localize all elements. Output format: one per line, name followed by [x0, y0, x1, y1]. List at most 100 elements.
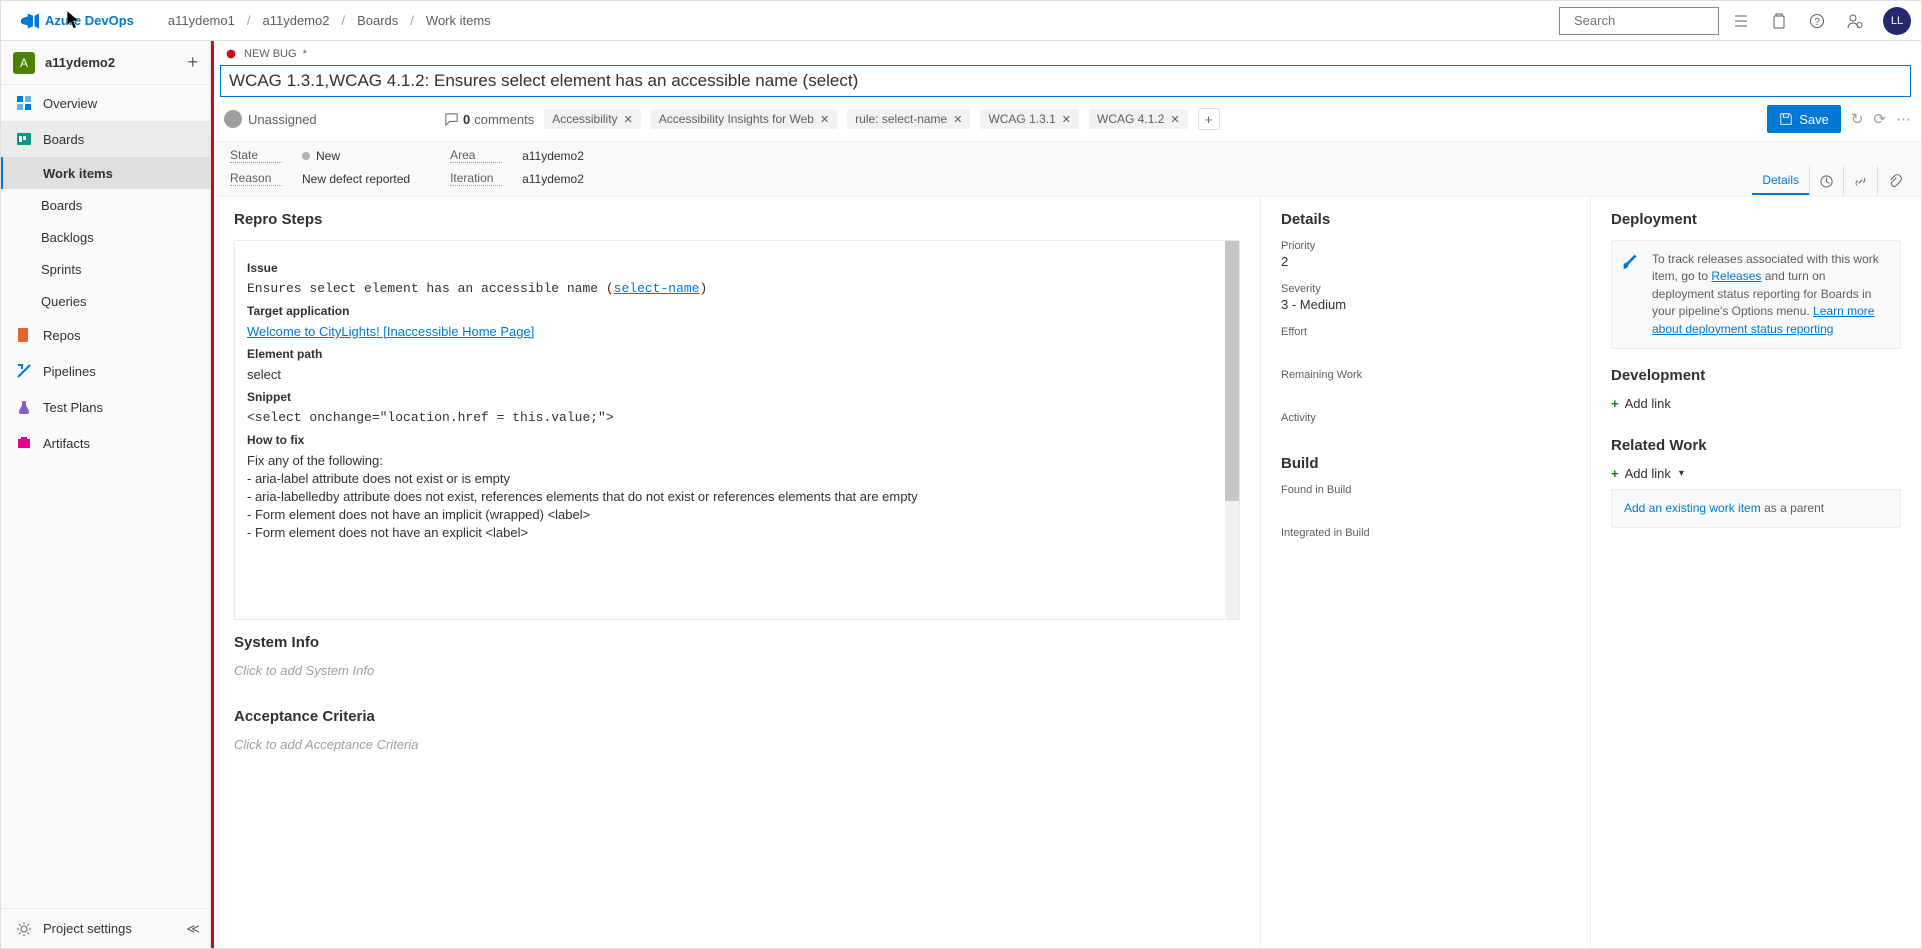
collapse-sidebar-icon[interactable]: ≪: [176, 921, 210, 937]
repro-steps-field[interactable]: Issue Ensures select element has an acce…: [234, 240, 1240, 620]
pipelines-icon: [16, 363, 32, 379]
deployment-column: Deployment To track releases associated …: [1591, 197, 1921, 948]
ac-field[interactable]: Click to add Acceptance Criteria: [234, 737, 1240, 752]
follow-icon[interactable]: ↻: [1851, 110, 1864, 128]
tab-details[interactable]: Details: [1752, 167, 1809, 195]
state-value[interactable]: New: [302, 149, 340, 163]
search-box[interactable]: [1559, 7, 1719, 35]
nav-artifacts[interactable]: Artifacts: [1, 425, 210, 461]
nav-test-plans[interactable]: Test Plans: [1, 389, 210, 425]
nav-sprints[interactable]: Sprints: [1, 253, 210, 285]
user-settings-icon[interactable]: [1845, 11, 1865, 31]
links-icon[interactable]: [1843, 166, 1877, 196]
remwork-field[interactable]: Remaining Work: [1281, 369, 1570, 398]
more-actions-icon[interactable]: ⋯: [1896, 110, 1911, 128]
help-icon[interactable]: ?: [1807, 11, 1827, 31]
breadcrumb-item[interactable]: Boards: [353, 11, 402, 30]
details-column: Details Priority2 Severity3 - Medium Eff…: [1261, 197, 1591, 948]
save-icon: [1779, 112, 1793, 126]
breadcrumb-item[interactable]: Work items: [422, 11, 495, 30]
attachments-icon[interactable]: [1877, 166, 1911, 196]
azure-devops-icon: [21, 12, 39, 30]
azure-devops-logo[interactable]: Azure DevOps: [11, 12, 144, 30]
breadcrumb: a11ydemo1/ a11ydemo2/ Boards/ Work items: [164, 11, 495, 30]
sidebar: A a11ydemo2 + Overview Boards Work items…: [1, 41, 211, 948]
tag[interactable]: WCAG 4.1.2✕: [1089, 109, 1188, 129]
overview-icon: [16, 95, 32, 111]
bug-icon: [224, 47, 238, 61]
title-input[interactable]: [220, 65, 1911, 97]
tag-remove-icon[interactable]: ✕: [953, 113, 962, 126]
breadcrumb-item[interactable]: a11ydemo1: [164, 11, 239, 30]
add-tag-button[interactable]: +: [1198, 108, 1220, 130]
intbuild-field[interactable]: Integrated in Build: [1281, 527, 1570, 556]
dev-add-link[interactable]: +Add link: [1611, 396, 1901, 411]
filter-icon[interactable]: [1731, 11, 1751, 31]
state-label: State: [230, 148, 282, 163]
top-header: Azure DevOps a11ydemo1/ a11ydemo2/ Board…: [1, 1, 1921, 41]
save-button[interactable]: Save: [1767, 105, 1841, 133]
reason-label: Reason: [230, 171, 282, 186]
search-input[interactable]: [1574, 13, 1750, 28]
related-work-hint: Add an existing work item as a parent: [1611, 489, 1901, 528]
history-icon[interactable]: [1809, 166, 1843, 196]
tag[interactable]: Accessibility✕: [544, 109, 641, 129]
item-type-row: NEW BUG*: [214, 41, 1921, 61]
releases-link[interactable]: Releases: [1711, 269, 1761, 283]
rocket-icon: [1620, 251, 1642, 273]
rel-add-link[interactable]: +Add link▾: [1611, 466, 1901, 481]
tag-remove-icon[interactable]: ✕: [624, 113, 633, 126]
project-row[interactable]: A a11ydemo2 +: [1, 41, 210, 85]
tag[interactable]: rule: select-name✕: [847, 109, 970, 129]
scrollbar-thumb[interactable]: [1225, 241, 1239, 501]
tag-remove-icon[interactable]: ✕: [1062, 113, 1071, 126]
area-label: Area: [450, 148, 502, 163]
reason-value[interactable]: New defect reported: [302, 172, 410, 186]
comments-button[interactable]: 0 comments: [444, 112, 534, 127]
nav-backlogs[interactable]: Backlogs: [1, 221, 210, 253]
avatar[interactable]: LL: [1883, 7, 1911, 35]
add-project-button[interactable]: +: [187, 52, 198, 73]
ac-title: Acceptance Criteria: [234, 708, 1240, 725]
breadcrumb-item[interactable]: a11ydemo2: [258, 11, 333, 30]
add-existing-link[interactable]: Add an existing work item: [1624, 501, 1761, 515]
project-name: a11ydemo2: [45, 55, 177, 70]
target-app-link[interactable]: Welcome to CityLights! [Inaccessible Hom…: [247, 324, 534, 339]
test-plans-icon: [16, 399, 32, 415]
tag-remove-icon[interactable]: ✕: [820, 113, 829, 126]
artifacts-icon: [16, 435, 32, 451]
boards-icon: [16, 131, 32, 147]
nav-boards[interactable]: Boards: [1, 121, 210, 157]
area-value[interactable]: a11ydemo2: [522, 149, 584, 163]
nav-queries[interactable]: Queries: [1, 285, 210, 317]
sysinfo-title: System Info: [234, 634, 1240, 651]
nav-overview[interactable]: Overview: [1, 85, 210, 121]
deployment-info: To track releases associated with this w…: [1611, 240, 1901, 349]
gear-icon: [16, 921, 32, 937]
sysinfo-field[interactable]: Click to add System Info: [234, 663, 1240, 678]
priority-field[interactable]: Priority2: [1281, 240, 1570, 269]
project-settings[interactable]: Project settings: [1, 911, 176, 947]
select-name-link[interactable]: select-name: [614, 281, 700, 296]
nav-work-items[interactable]: Work items: [1, 157, 210, 189]
tag-remove-icon[interactable]: ✕: [1170, 113, 1179, 126]
refresh-icon[interactable]: ⟳: [1873, 110, 1886, 128]
nav-pipelines[interactable]: Pipelines: [1, 353, 210, 389]
activity-field[interactable]: Activity: [1281, 412, 1570, 441]
iteration-value[interactable]: a11ydemo2: [522, 172, 584, 186]
assignee-picker[interactable]: Unassigned: [224, 110, 434, 128]
svg-text:?: ?: [1814, 17, 1820, 28]
tag[interactable]: Accessibility Insights for Web✕: [651, 109, 837, 129]
severity-field[interactable]: Severity3 - Medium: [1281, 283, 1570, 312]
foundinbuild-field[interactable]: Found in Build: [1281, 484, 1570, 513]
repro-column: Repro Steps Issue Ensures select element…: [214, 197, 1261, 948]
effort-field[interactable]: Effort: [1281, 326, 1570, 355]
comment-icon: [444, 112, 459, 127]
item-type-label: NEW BUG: [244, 48, 297, 60]
chevron-down-icon: ▾: [1679, 468, 1684, 479]
tag[interactable]: WCAG 1.3.1✕: [980, 109, 1079, 129]
nav-boards-sub[interactable]: Boards: [1, 189, 210, 221]
nav-repos[interactable]: Repos: [1, 317, 210, 353]
repos-icon: [16, 327, 32, 343]
market-icon[interactable]: [1769, 11, 1789, 31]
